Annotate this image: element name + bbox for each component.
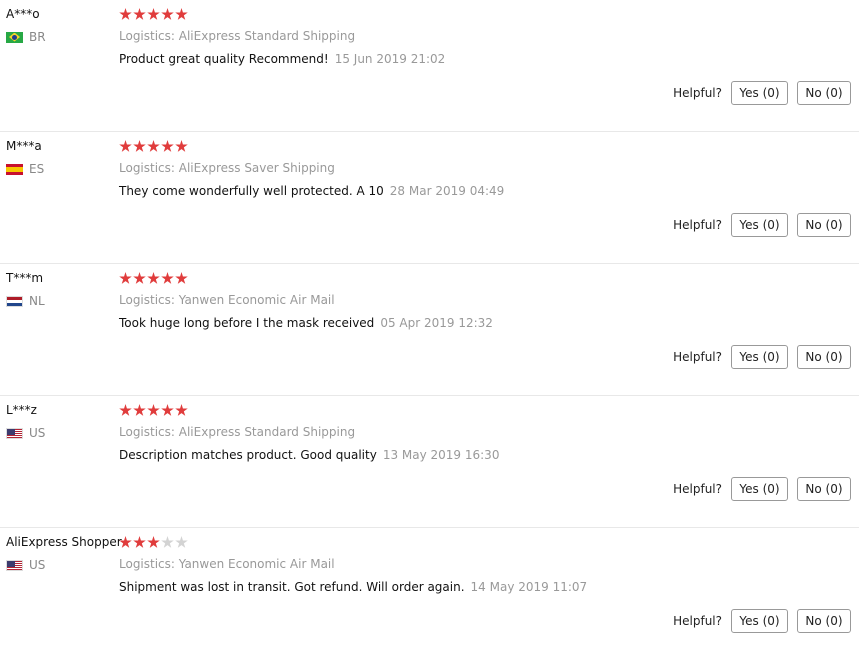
review-item: A***o BR Logistics: AliExpress Standard Sh… (0, 0, 859, 132)
buyer-name: L***z (6, 403, 37, 417)
review-feedback: Description matches product. Good qualit… (119, 448, 499, 462)
review-item: T***m NL Logistics: Yanwen Economic Air Ma… (0, 264, 859, 396)
helpful-yes-button[interactable]: Yes (0) (731, 213, 788, 237)
star-icon (175, 536, 188, 548)
helpful-label: Helpful? (673, 482, 722, 496)
buyer-name: A***o (6, 7, 40, 21)
buyer-name: T***m (6, 271, 44, 285)
feedback-text: They come wonderfully well protected. A … (119, 184, 384, 198)
logistics-info: Logistics: AliExpress Standard Shipping (119, 29, 356, 43)
country-code: US (29, 558, 46, 572)
helpful-label: Helpful? (673, 86, 722, 100)
star-icon (161, 404, 174, 416)
logistics-info: Logistics: AliExpress Saver Shipping (119, 161, 335, 175)
review-feedback: Shipment was lost in transit. Got refund… (119, 580, 587, 594)
buyer-name: AliExpress Shopper (6, 535, 122, 549)
star-icon (175, 272, 188, 284)
helpful-yes-button[interactable]: Yes (0) (731, 345, 788, 369)
star-icon (119, 272, 132, 284)
review-item: AliExpress Shopper US Logistics: Yanwen Ec… (0, 528, 859, 659)
helpful-label: Helpful? (673, 614, 722, 628)
star-icon (175, 404, 188, 416)
review-item: M***a ES Logistics: AliExpress Saver Shipp… (0, 132, 859, 264)
star-icon (119, 536, 132, 548)
star-icon (119, 404, 132, 416)
buyer-country: US (6, 426, 45, 440)
logistics-info: Logistics: Yanwen Economic Air Mail (119, 557, 335, 571)
buyer-country: NL (6, 294, 45, 308)
star-icon (161, 140, 174, 152)
star-icon (133, 140, 146, 152)
star-icon (133, 8, 146, 20)
review-date: 05 Apr 2019 12:32 (380, 316, 493, 330)
review-feedback: Took huge long before I the mask receive… (119, 316, 493, 330)
buyer-country: ES (6, 162, 44, 176)
feedback-text: Shipment was lost in transit. Got refund… (119, 580, 465, 594)
logistics-info: Logistics: Yanwen Economic Air Mail (119, 293, 335, 307)
logistics-info: Logistics: AliExpress Standard Shipping (119, 425, 356, 439)
star-rating (119, 272, 188, 285)
helpful-label: Helpful? (673, 218, 722, 232)
country-code: ES (29, 162, 45, 176)
country-flag-icon (6, 427, 23, 439)
review-feedback: They come wonderfully well protected. A … (119, 184, 504, 198)
helpful-no-button[interactable]: No (0) (797, 81, 851, 105)
star-rating (119, 404, 188, 417)
feedback-text: Product great quality Recommend! (119, 52, 329, 66)
review-list: A***o BR Logistics: AliExpress Standard Sh… (0, 0, 859, 659)
helpful-yes-button[interactable]: Yes (0) (731, 81, 788, 105)
country-flag-icon (6, 31, 23, 43)
star-icon (147, 140, 160, 152)
star-icon (133, 404, 146, 416)
review-date: 15 Jun 2019 21:02 (334, 52, 446, 66)
buyer-country: BR (6, 30, 46, 44)
star-icon (133, 272, 146, 284)
helpful-yes-button[interactable]: Yes (0) (731, 609, 788, 633)
star-icon (119, 8, 132, 20)
star-icon (161, 8, 174, 20)
star-icon (147, 404, 160, 416)
review-date: 13 May 2019 16:30 (382, 448, 500, 462)
country-flag-icon (6, 295, 23, 307)
helpful-no-button[interactable]: No (0) (797, 609, 851, 633)
star-icon (133, 536, 146, 548)
country-flag-icon (6, 559, 23, 571)
star-icon (161, 536, 174, 548)
country-code: US (29, 426, 46, 440)
star-icon (175, 140, 188, 152)
buyer-name: M***a (6, 139, 42, 153)
helpful-no-button[interactable]: No (0) (797, 477, 851, 501)
country-code: BR (29, 30, 46, 44)
helpful-label: Helpful? (673, 350, 722, 364)
star-rating (119, 8, 188, 21)
country-code: NL (29, 294, 45, 308)
star-icon (175, 8, 188, 20)
star-icon (161, 272, 174, 284)
review-item: L***z US Logistics: AliExpress Standard Sh… (0, 396, 859, 528)
star-rating (119, 140, 188, 153)
review-date: 14 May 2019 11:07 (470, 580, 588, 594)
feedback-text: Took huge long before I the mask receive… (119, 316, 375, 330)
country-flag-icon (6, 163, 23, 175)
helpful-yes-button[interactable]: Yes (0) (731, 477, 788, 501)
feedback-text: Description matches product. Good qualit… (119, 448, 377, 462)
star-icon (147, 8, 160, 20)
star-icon (147, 272, 160, 284)
star-icon (119, 140, 132, 152)
star-rating (119, 536, 188, 549)
star-icon (147, 536, 160, 548)
helpful-no-button[interactable]: No (0) (797, 213, 851, 237)
helpful-no-button[interactable]: No (0) (797, 345, 851, 369)
review-date: 28 Mar 2019 04:49 (389, 184, 505, 198)
buyer-country: US (6, 558, 45, 572)
review-feedback: Product great quality Recommend! 15 Jun 2… (119, 52, 445, 66)
